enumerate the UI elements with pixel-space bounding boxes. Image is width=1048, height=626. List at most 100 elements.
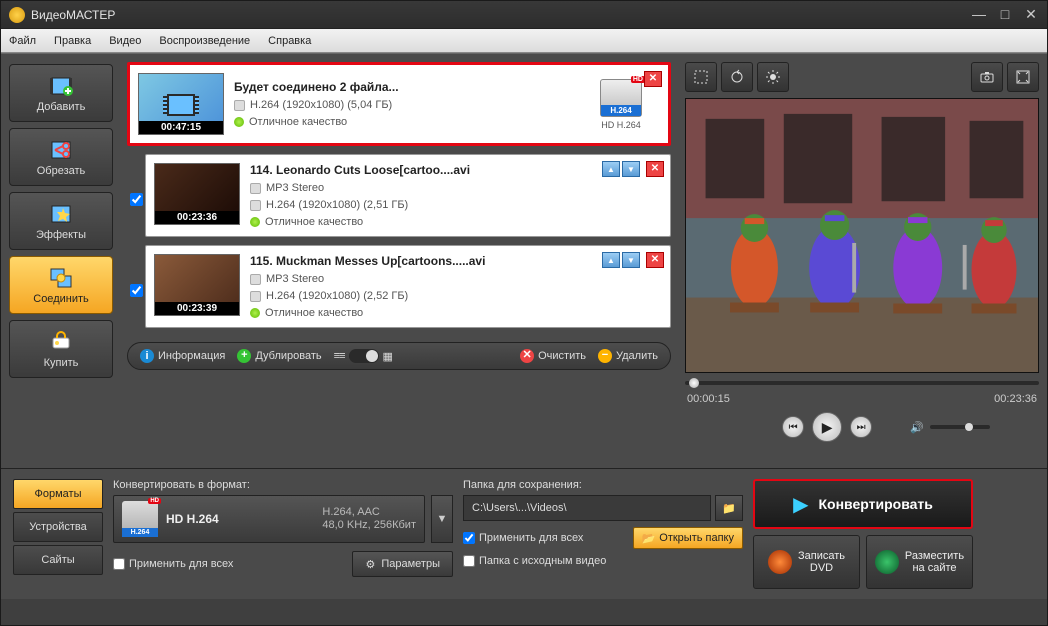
menu-video[interactable]: Видео bbox=[109, 35, 141, 47]
thumbnail: 00:23:36 bbox=[154, 163, 240, 225]
app-window: ВидеоМАСТЕР — □ ✕ Файл Правка Видео Восп… bbox=[0, 0, 1048, 626]
volume-control[interactable]: 🔊 bbox=[910, 421, 990, 434]
item-format: H.264 (1920x1080) (2,52 ГБ) bbox=[250, 290, 652, 302]
move-up-button[interactable]: ▲ bbox=[602, 252, 620, 268]
format-selector[interactable]: HDH.264 HD H.264 H.264, AAC48,0 KHz, 256… bbox=[113, 495, 425, 543]
format-panel: Конвертировать в формат: HDH.264 HD H.26… bbox=[113, 479, 453, 589]
duration-label: 00:47:15 bbox=[139, 121, 223, 134]
list-item-merged[interactable]: 00:47:15 Будет соединено 2 файла... H.26… bbox=[127, 62, 671, 146]
list-item[interactable]: 00:23:36 114. Leonardo Cuts Loose[cartoo… bbox=[145, 154, 671, 237]
move-down-button[interactable]: ▼ bbox=[622, 252, 640, 268]
format-header: Конвертировать в формат: bbox=[113, 479, 453, 491]
save-apply-all-checkbox[interactable]: Применить для всех bbox=[463, 532, 583, 544]
time-display: 00:00:1500:23:36 bbox=[685, 393, 1039, 405]
item-close-button[interactable]: ✕ bbox=[644, 71, 662, 87]
sidebar-cut[interactable]: Обрезать bbox=[9, 128, 113, 186]
item-quality: Отличное качество bbox=[234, 116, 572, 128]
convert-button[interactable]: ▶ Конвертировать bbox=[753, 479, 973, 529]
speaker-icon: 🔊 bbox=[910, 421, 924, 434]
minimize-button[interactable]: — bbox=[971, 7, 987, 23]
next-button[interactable]: ⏭ bbox=[850, 416, 872, 438]
quality-dot-icon bbox=[250, 308, 260, 318]
item-quality: Отличное качество bbox=[250, 216, 652, 228]
item-audio: MP3 Stereo bbox=[250, 273, 652, 285]
item-checkbox[interactable] bbox=[130, 284, 143, 297]
fullscreen-button[interactable] bbox=[1007, 62, 1039, 92]
menu-playback[interactable]: Воспроизведение bbox=[159, 35, 250, 47]
apply-all-checkbox[interactable]: Применить для всех bbox=[113, 558, 233, 570]
delete-button[interactable]: −Удалить bbox=[598, 349, 658, 363]
duration-label: 00:23:36 bbox=[155, 211, 239, 224]
menu-help[interactable]: Справка bbox=[268, 35, 311, 47]
tab-formats[interactable]: Форматы bbox=[13, 479, 103, 509]
sidebar-effects[interactable]: Эффекты bbox=[9, 192, 113, 250]
preview-panel: 00:00:1500:23:36 ⏮ ▶ ⏭ 🔊 bbox=[677, 54, 1047, 468]
item-format: H.264 (1920x1080) (2,51 ГБ) bbox=[250, 199, 652, 211]
thumbnail: 00:47:15 bbox=[138, 73, 224, 135]
sidebar-join[interactable]: Соединить bbox=[9, 256, 113, 314]
duplicate-button[interactable]: +Дублировать bbox=[237, 349, 321, 363]
main-area: Добавить Обрезать Эффекты Соединить Купи… bbox=[1, 53, 1047, 469]
sidebar-add[interactable]: Добавить bbox=[9, 64, 113, 122]
brightness-tool-button[interactable] bbox=[757, 62, 789, 92]
titlebar: ВидеоМАСТЕР — □ ✕ bbox=[1, 1, 1047, 29]
list-item[interactable]: 00:23:39 115. Muckman Messes Up[cartoons… bbox=[145, 245, 671, 328]
item-title: 114. Leonardo Cuts Loose[cartoo....avi bbox=[250, 163, 652, 177]
prev-button[interactable]: ⏮ bbox=[782, 416, 804, 438]
item-close-button[interactable]: ✕ bbox=[646, 161, 664, 177]
play-button[interactable]: ▶ bbox=[812, 412, 842, 442]
playback-controls: ⏮ ▶ ⏭ 🔊 bbox=[685, 409, 1039, 445]
tab-devices[interactable]: Устройства bbox=[13, 512, 103, 542]
duration-label: 00:23:39 bbox=[155, 302, 239, 315]
item-checkbox[interactable] bbox=[130, 193, 143, 206]
item-close-button[interactable]: ✕ bbox=[646, 252, 664, 268]
snapshot-button[interactable] bbox=[971, 62, 1003, 92]
menu-edit[interactable]: Правка bbox=[54, 35, 91, 47]
action-column: ▶ Конвертировать ЗаписатьDVD Разместитьн… bbox=[753, 479, 973, 589]
browse-folder-button[interactable]: 📁 bbox=[715, 495, 743, 521]
info-button[interactable]: iИнформация bbox=[140, 349, 225, 363]
convert-arrow-icon: ▶ bbox=[793, 492, 808, 517]
tab-sites[interactable]: Сайты bbox=[13, 545, 103, 575]
plus-icon: + bbox=[237, 349, 251, 363]
save-path-input[interactable] bbox=[463, 495, 711, 521]
sidebar-buy[interactable]: Купить bbox=[9, 320, 113, 378]
item-title: 115. Muckman Messes Up[cartoons.....avi bbox=[250, 254, 652, 268]
item-format: H.264 (1920x1080) (5,04 ГБ) bbox=[234, 99, 572, 111]
burn-dvd-button[interactable]: ЗаписатьDVD bbox=[753, 535, 860, 589]
quality-dot-icon bbox=[234, 117, 244, 127]
quality-dot-icon bbox=[250, 217, 260, 227]
clear-button[interactable]: ✕Очистить bbox=[520, 349, 586, 363]
publish-button[interactable]: Разместитьна сайте bbox=[866, 535, 973, 589]
sidebar: Добавить Обрезать Эффекты Соединить Купи… bbox=[1, 54, 121, 468]
video-preview[interactable] bbox=[685, 98, 1039, 373]
params-button[interactable]: ⚙Параметры bbox=[352, 551, 453, 577]
move-up-button[interactable]: ▲ bbox=[602, 161, 620, 177]
menu-file[interactable]: Файл bbox=[9, 35, 36, 47]
app-logo-icon bbox=[9, 7, 25, 23]
rotate-tool-button[interactable] bbox=[721, 62, 753, 92]
item-title: Будет соединено 2 файла... bbox=[234, 80, 572, 94]
thumbnail: 00:23:39 bbox=[154, 254, 240, 316]
menubar: Файл Правка Видео Воспроизведение Справк… bbox=[1, 29, 1047, 53]
folder-icon: 📁 bbox=[722, 502, 736, 515]
move-down-button[interactable]: ▼ bbox=[622, 161, 640, 177]
bottom-panel: Форматы Устройства Сайты Конвертировать … bbox=[1, 469, 1047, 599]
minus-icon: − bbox=[598, 349, 612, 363]
app-title: ВидеоМАСТЕР bbox=[31, 8, 961, 22]
close-window-button[interactable]: ✕ bbox=[1023, 7, 1039, 23]
gear-icon: ⚙ bbox=[365, 558, 375, 571]
open-folder-button[interactable]: 📂Открыть папку bbox=[633, 527, 743, 549]
seek-bar[interactable] bbox=[685, 373, 1039, 393]
format-icon: HDH.264 bbox=[122, 501, 158, 537]
folder-open-icon: 📂 bbox=[642, 532, 656, 545]
file-list: 00:47:15 Будет соединено 2 файла... H.26… bbox=[121, 54, 677, 468]
dvd-icon bbox=[768, 550, 792, 574]
maximize-button[interactable]: □ bbox=[997, 7, 1013, 23]
format-icon bbox=[250, 200, 261, 211]
source-folder-checkbox[interactable]: Папка с исходным видео bbox=[463, 555, 743, 567]
preview-tools bbox=[685, 62, 1039, 94]
format-dropdown-button[interactable]: ▼ bbox=[431, 495, 453, 543]
crop-tool-button[interactable] bbox=[685, 62, 717, 92]
list-view-toggle[interactable]: ≡≡▦ bbox=[334, 349, 393, 363]
